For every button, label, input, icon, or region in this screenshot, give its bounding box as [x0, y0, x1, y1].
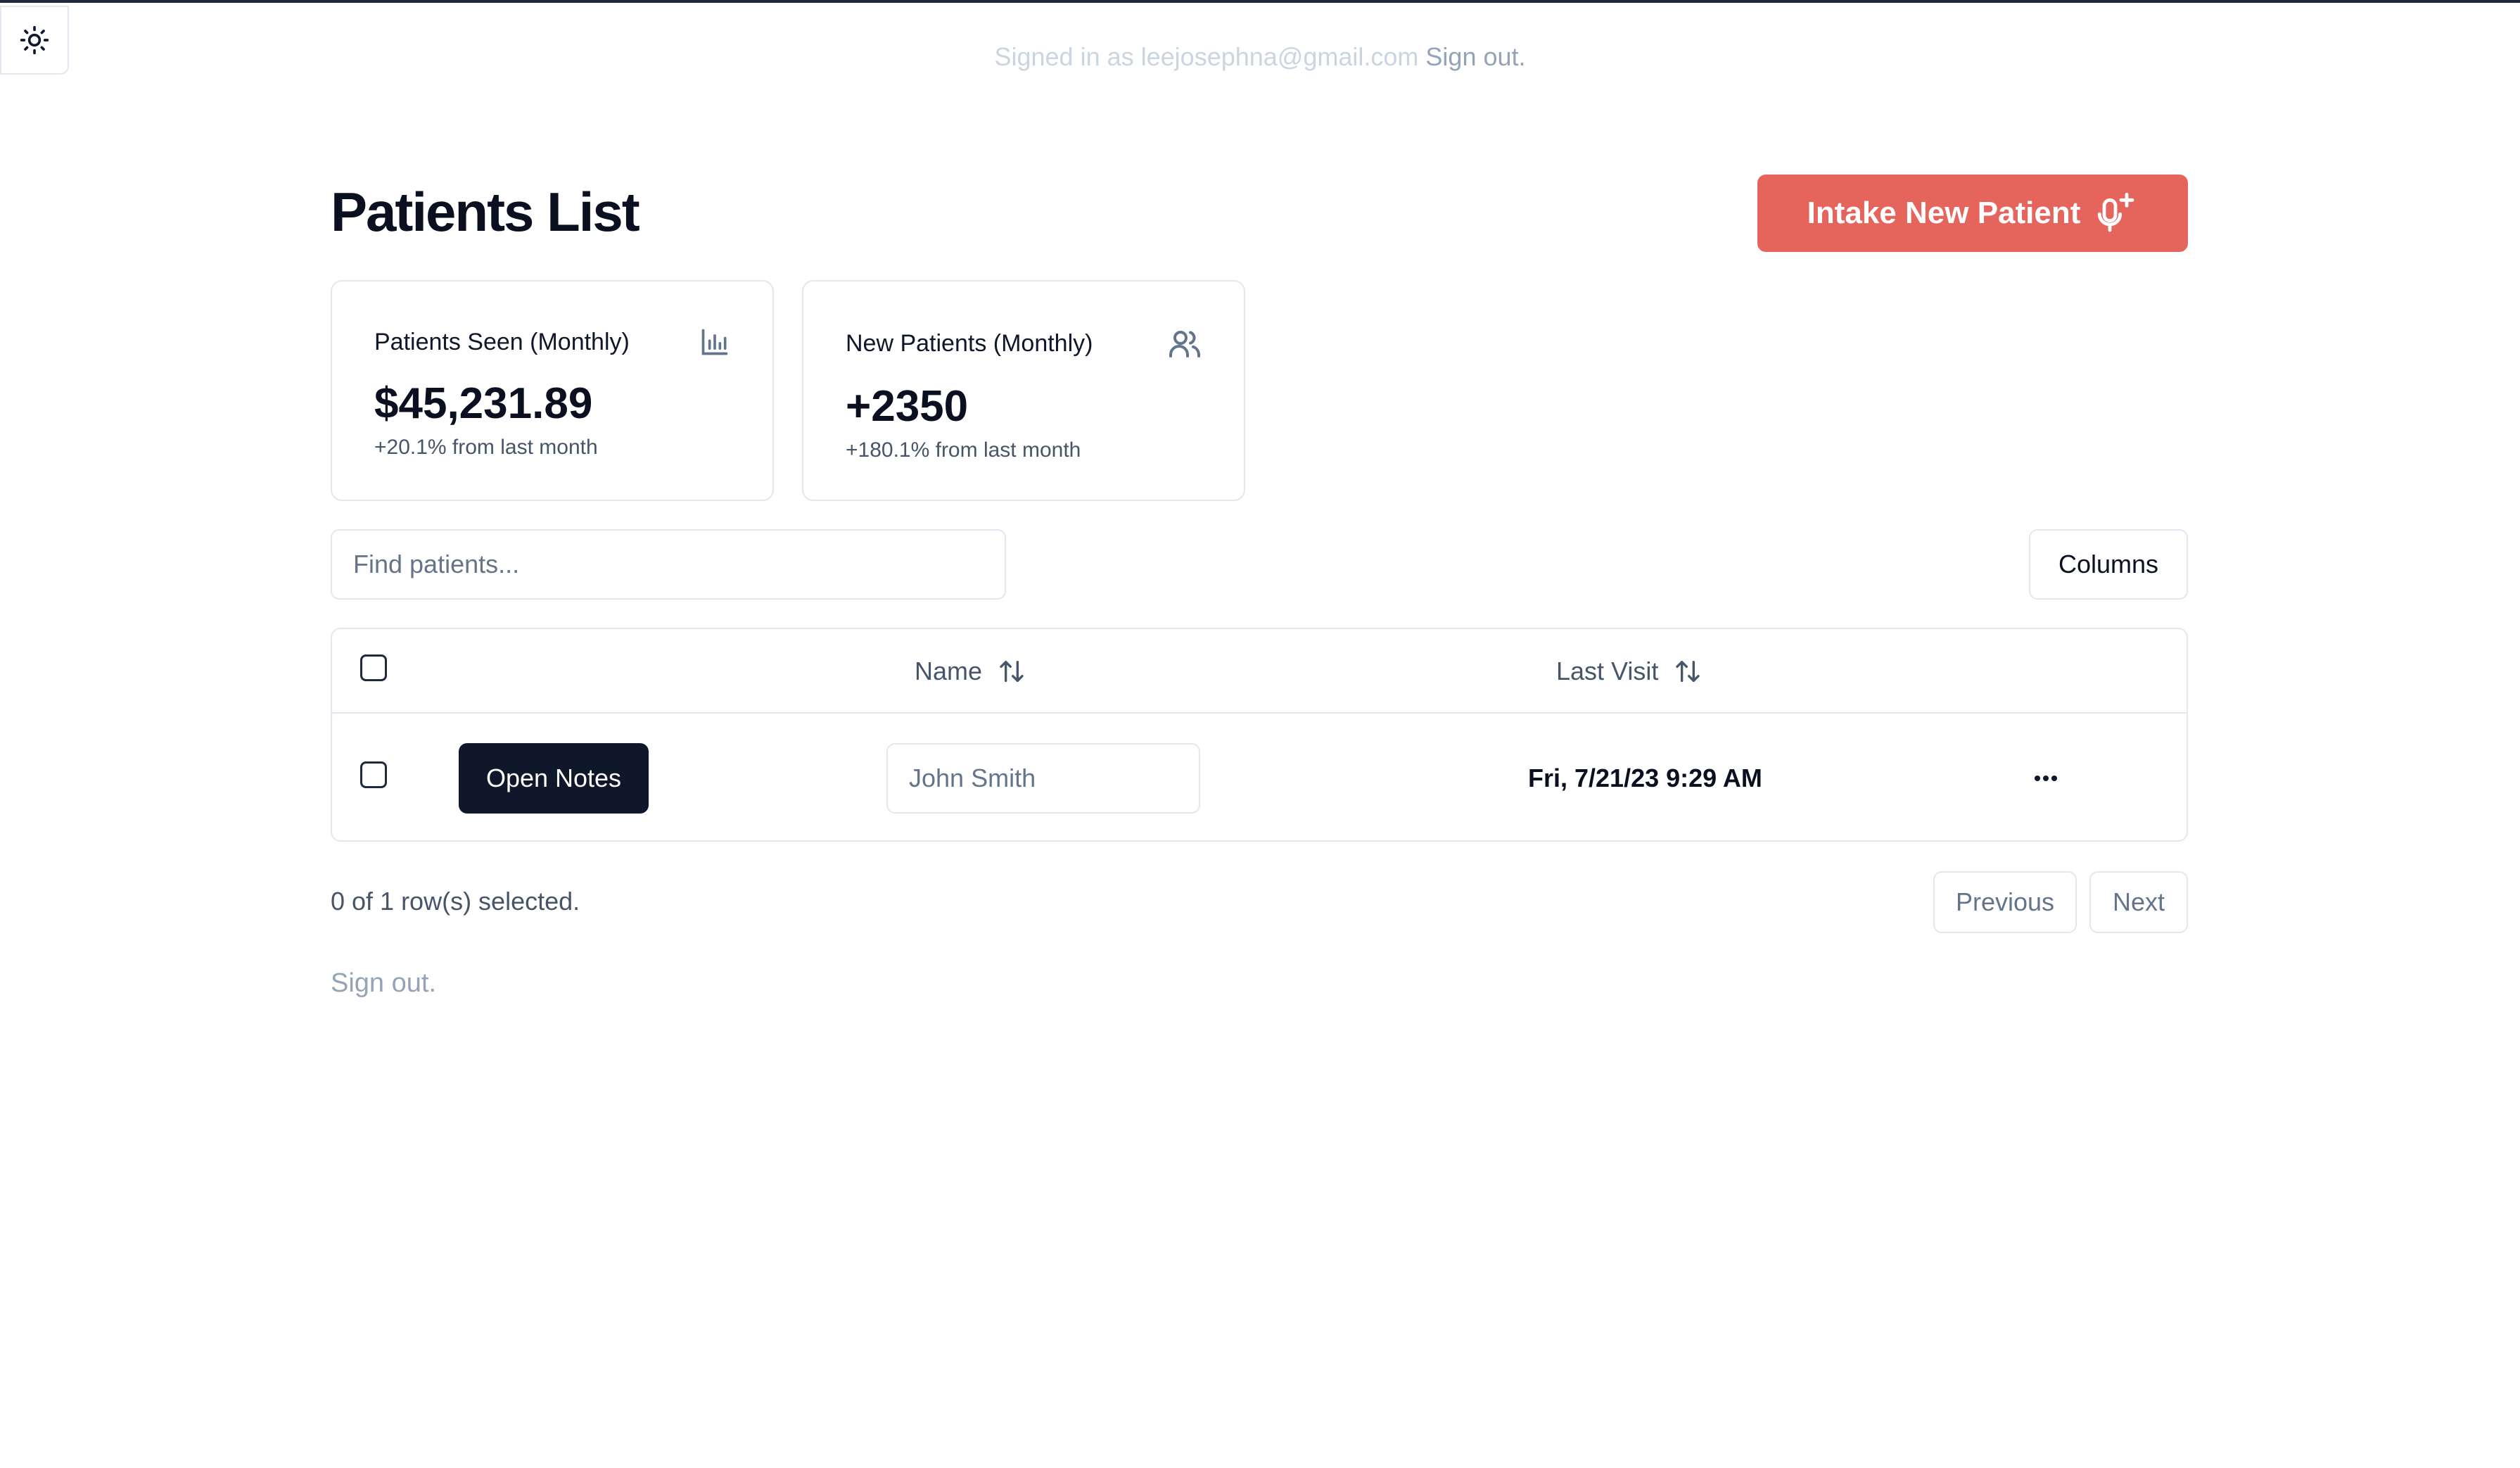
microphone-plus-icon — [2098, 192, 2134, 232]
users-icon — [1169, 331, 1200, 357]
column-header-last-visit[interactable]: Last Visit — [1556, 629, 1702, 714]
stat-card-value: $45,231.89 — [374, 379, 593, 428]
sort-arrows-icon — [1676, 661, 1700, 682]
page-title: Patients List — [331, 181, 640, 243]
open-notes-button[interactable]: Open Notes — [459, 743, 649, 814]
sign-out-button[interactable]: Sign out. — [331, 968, 436, 999]
stat-card-subtitle: +20.1% from last month — [374, 436, 598, 459]
bar-chart-icon — [701, 329, 728, 355]
sort-arrows-icon — [1000, 661, 1024, 682]
stat-card-patients-seen: Patients Seen (Monthly) $45,231.89 +20.1… — [331, 280, 774, 501]
last-visit-cell: Fri, 7/21/23 9:29 AM — [1528, 764, 1762, 792]
row-select-checkbox[interactable] — [360, 761, 387, 788]
columns-button[interactable]: Columns — [2029, 529, 2188, 600]
signed-in-banner: Signed in as leejosephna@gmail.com Sign … — [0, 42, 2520, 72]
patients-table: Name Last Visit Open Notes Fri, 7/21/23 … — [331, 628, 2188, 842]
row-actions-button[interactable] — [2025, 757, 2067, 799]
column-header-label: Name — [915, 657, 983, 685]
column-header-label: Last Visit — [1556, 657, 1659, 685]
sign-out-link[interactable]: Sign out. — [1425, 42, 1525, 71]
patient-name-field[interactable] — [886, 743, 1200, 814]
stat-card-value: +2350 — [846, 382, 969, 431]
stat-card-new-patients: New Patients (Monthly) +2350 +180.1% fro… — [802, 280, 1245, 501]
column-header-name[interactable]: Name — [915, 629, 1026, 714]
intake-button-label: Intake New Patient — [1807, 196, 2081, 230]
find-patients-input[interactable] — [331, 529, 1006, 600]
select-all-checkbox[interactable] — [360, 654, 387, 681]
intake-new-patient-button[interactable]: Intake New Patient — [1757, 175, 2188, 252]
stat-card-title: New Patients (Monthly) — [846, 329, 1093, 357]
table-header-row: Name Last Visit — [332, 629, 2187, 714]
next-page-button[interactable]: Next — [2089, 871, 2188, 933]
table-row: Open Notes Fri, 7/21/23 9:29 AM — [332, 714, 2187, 842]
stat-card-title: Patients Seen (Monthly) — [374, 328, 630, 355]
selected-rows-count: 0 of 1 row(s) selected. — [331, 887, 580, 916]
stat-card-subtitle: +180.1% from last month — [846, 438, 1081, 462]
signed-in-text: Signed in as leejosephna@gmail.com — [994, 42, 1419, 71]
ellipsis-icon — [2035, 776, 2057, 781]
previous-page-button[interactable]: Previous — [1933, 871, 2077, 933]
